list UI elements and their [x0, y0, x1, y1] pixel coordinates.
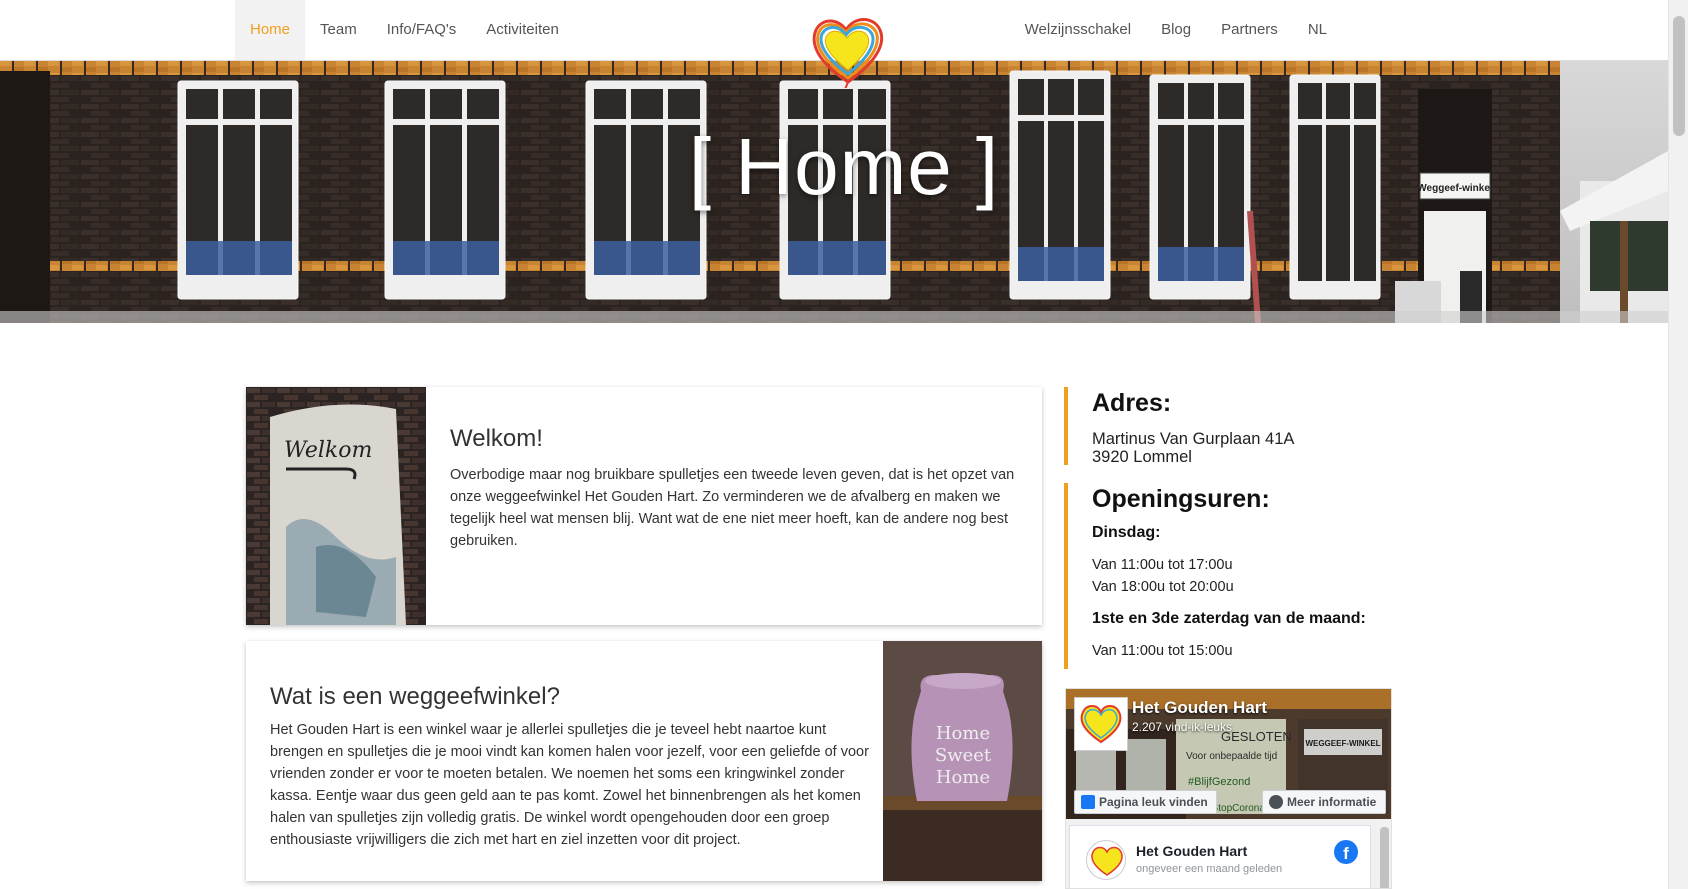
nav-item-info-faq[interactable]: Info/FAQ's: [372, 0, 472, 60]
page-scrollbar[interactable]: [1668, 0, 1688, 889]
welcome-image: Welkom: [246, 387, 426, 625]
facebook-page-widget[interactable]: WEGGEEF-WINKEL GESLOTEN Voor onbepaalde …: [1065, 688, 1392, 889]
hours-tuesday-slot-1: Van 11:00u tot 17:00u: [1092, 557, 1233, 573]
address-street: Martinus Van Gurplaan 41A: [1092, 430, 1295, 448]
nav-item-team[interactable]: Team: [305, 0, 372, 60]
nav-right-group: Welzijnsschakel Blog Partners NL: [1010, 0, 1342, 60]
what-is-title: Wat is een weggeefwinkel?: [270, 683, 560, 710]
page-scroll-thumb[interactable]: [1673, 16, 1685, 136]
welcome-text: Overbodige maar nog bruikbare spulletjes…: [450, 467, 1015, 549]
address-block: Adres: Martinus Van Gurplaan 41A 3920 Lo…: [1064, 387, 1394, 466]
what-is-card: Wat is een weggeefwinkel? Het Gouden Har…: [246, 641, 1042, 881]
facebook-like-page-label: Pagina leuk vinden: [1099, 795, 1208, 809]
welcome-image-text: Welkom: [284, 438, 372, 463]
jar-image: Home Sweet Home: [883, 641, 1042, 881]
welcome-title: Welkom!: [450, 425, 543, 452]
welcome-card: Welkom Welkom! Overbodige maar nog bruik…: [246, 387, 1042, 625]
jar-text-line-3: Home: [936, 767, 990, 788]
info-icon: [1269, 795, 1283, 809]
hours-tuesday-slot-2: Van 18:00u tot 20:00u: [1092, 579, 1234, 595]
nav-left-group: Home Team Info/FAQ's Activiteiten: [235, 0, 574, 60]
facebook-like-page-button[interactable]: Pagina leuk vinden: [1074, 790, 1217, 814]
facebook-heart-logo-icon: [1080, 705, 1122, 744]
heart-logo-icon[interactable]: [808, 12, 888, 88]
facebook-logo-icon: f: [1334, 840, 1358, 864]
nav-item-blog[interactable]: Blog: [1146, 0, 1206, 60]
facebook-post[interactable]: Het Gouden Hart ongeveer een maand geled…: [1069, 825, 1371, 888]
hours-heading: Openingsuren:: [1092, 485, 1270, 513]
facebook-f-icon: [1081, 795, 1095, 809]
facebook-feed-scrollbar[interactable]: [1376, 819, 1391, 888]
facebook-more-info-button[interactable]: Meer informatie: [1262, 790, 1386, 814]
facebook-page-avatar[interactable]: [1074, 697, 1128, 751]
jar-text-line-1: Home: [936, 723, 990, 744]
facebook-likes-count: 2.207 vind-ik-leuks: [1132, 720, 1233, 734]
nav-item-language[interactable]: NL: [1293, 0, 1342, 60]
hours-day-saturday: 1ste en 3de zaterdag van de maand:: [1092, 610, 1366, 627]
facebook-page-name[interactable]: Het Gouden Hart: [1132, 698, 1267, 718]
what-is-text: Het Gouden Hart is een winkel waar je al…: [270, 722, 869, 848]
address-city: 3920 Lommel: [1092, 448, 1192, 466]
address-heading: Adres:: [1092, 389, 1172, 417]
facebook-post-author[interactable]: Het Gouden Hart: [1136, 843, 1247, 859]
hours-day-tuesday: Dinsdag:: [1092, 524, 1161, 541]
facebook-feed: Het Gouden Hart ongeveer een maand geled…: [1066, 819, 1391, 888]
nav-item-home[interactable]: Home: [235, 0, 306, 60]
opening-hours-block: Openingsuren: Dinsdag: Van 11:00u tot 17…: [1064, 483, 1394, 669]
nav-item-welzijnsschakel[interactable]: Welzijnsschakel: [1010, 0, 1146, 60]
facebook-feed-scroll-thumb[interactable]: [1380, 827, 1389, 888]
facebook-post-time[interactable]: ongeveer een maand geleden: [1136, 863, 1282, 875]
nav-item-activiteiten[interactable]: Activiteiten: [471, 0, 574, 60]
nav-item-partners[interactable]: Partners: [1206, 0, 1293, 60]
heart-icon: [1091, 846, 1123, 876]
facebook-more-info-label: Meer informatie: [1287, 795, 1377, 809]
hero-banner: Weggeef-winkel [ Home ]: [0, 61, 1668, 323]
facebook-post-avatar[interactable]: [1086, 840, 1126, 880]
page-title: [ Home ]: [688, 122, 1000, 211]
jar-text-line-2: Sweet: [935, 745, 992, 766]
hours-saturday-slot-1: Van 11:00u tot 15:00u: [1092, 643, 1233, 659]
